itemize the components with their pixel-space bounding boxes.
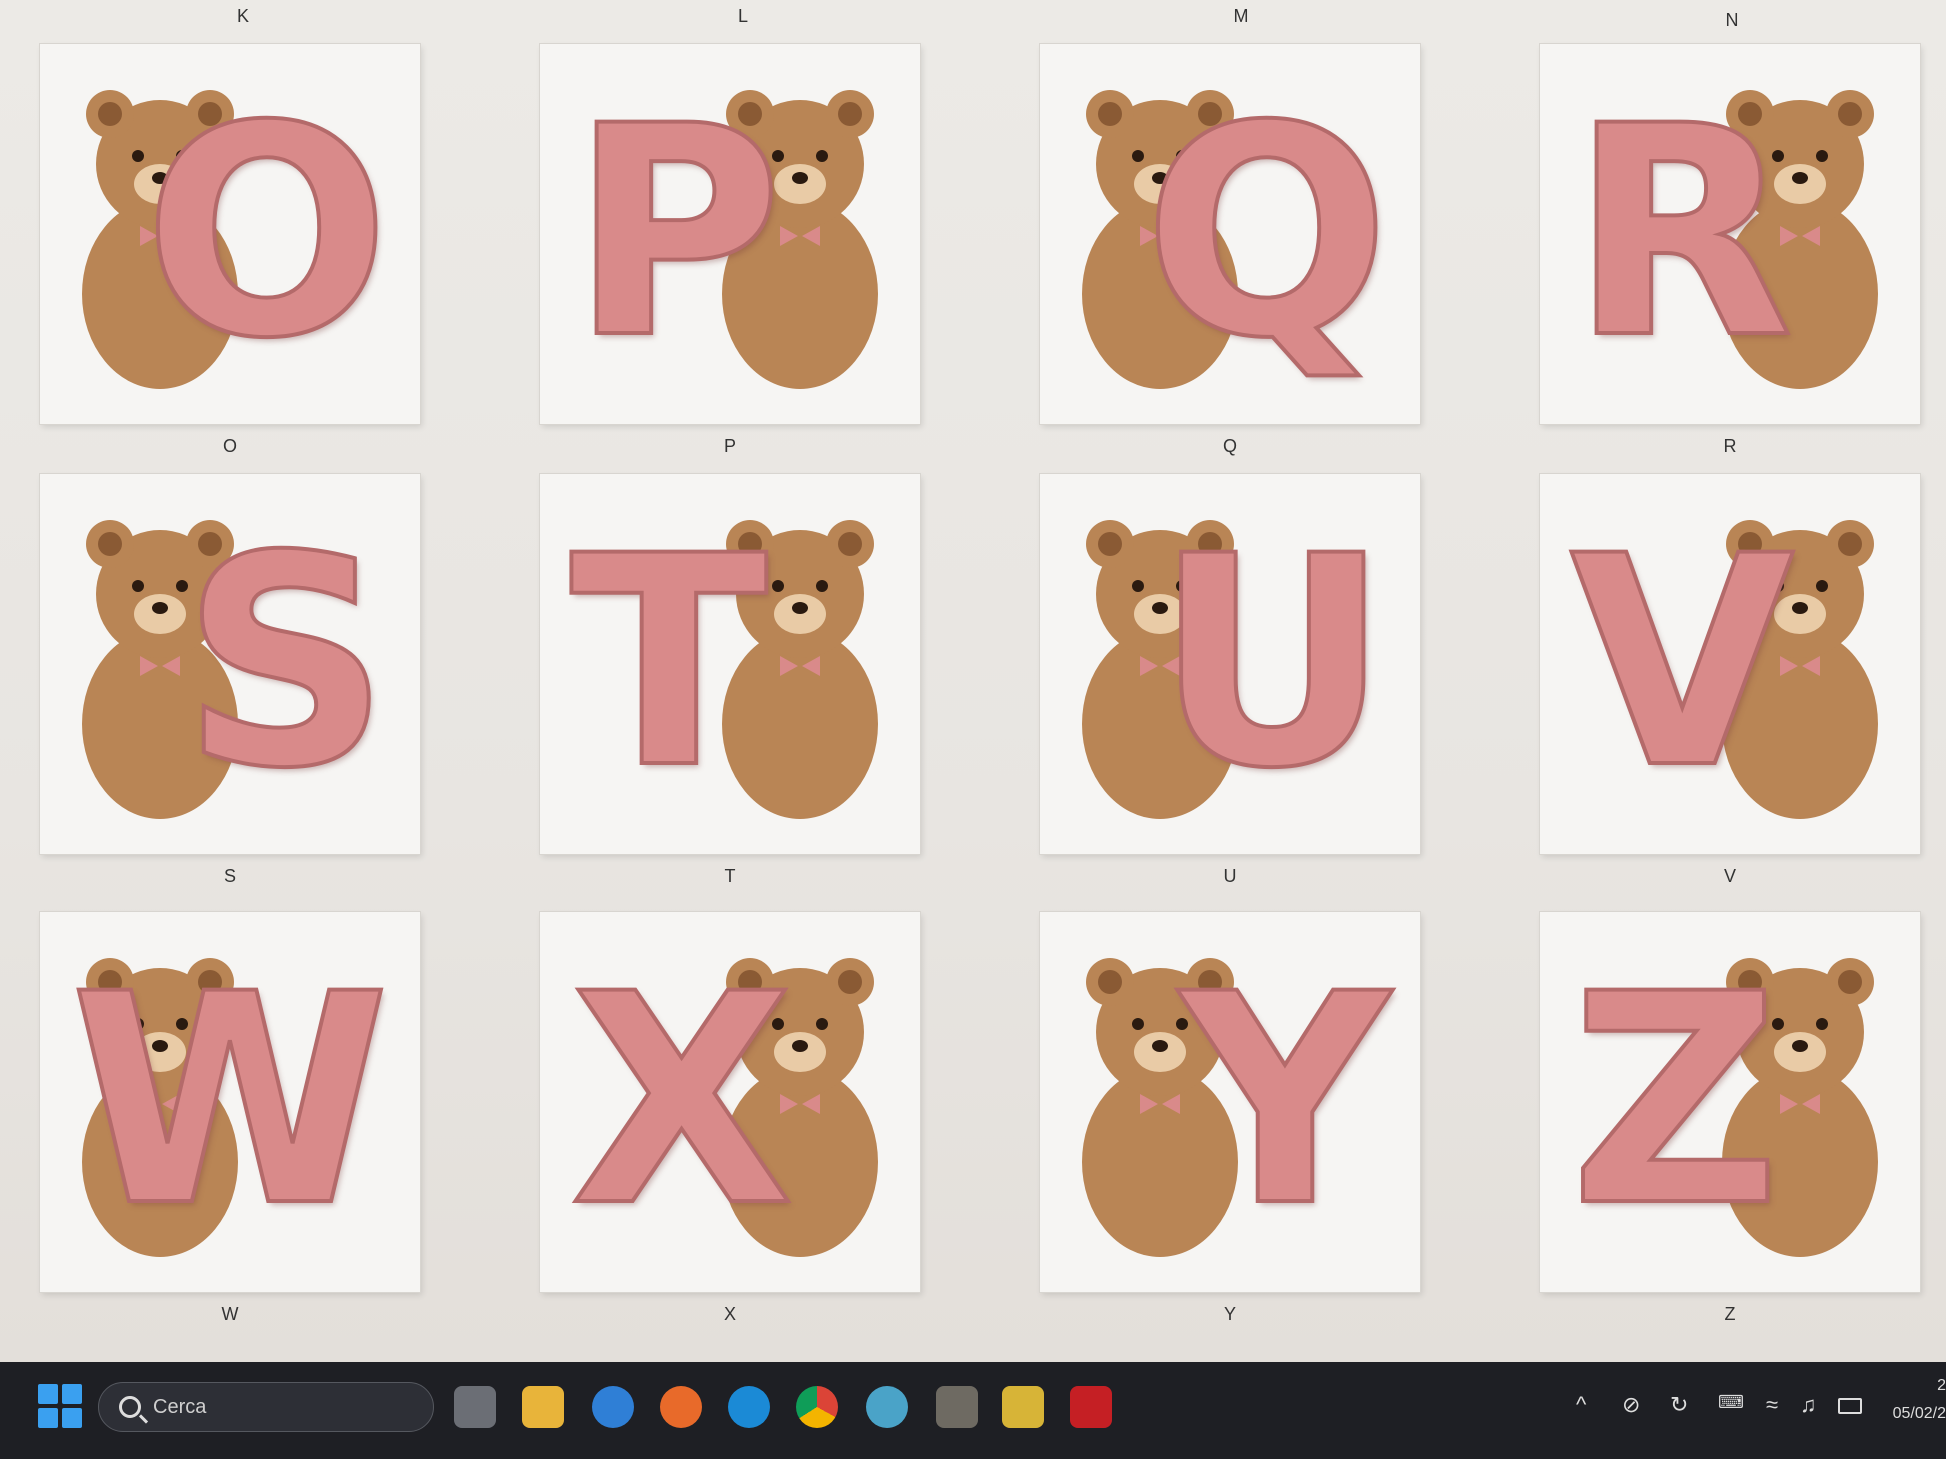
volume-icon[interactable]: ♫ xyxy=(1800,1392,1817,1418)
tile-caption: O xyxy=(222,436,238,456)
tile-caption: Y xyxy=(1223,1304,1237,1324)
tile-thumbnail[interactable]: O xyxy=(40,44,420,424)
image-tile[interactable]: SS xyxy=(40,474,420,886)
tile-caption: R xyxy=(1723,436,1737,456)
image-tile[interactable]: WW xyxy=(40,912,420,1324)
taskbar: Cerca ^ ⊘ ↻ ⌨ ≈ ♫ 2 05/02/2 xyxy=(0,1362,1946,1459)
image-tile[interactable]: TT xyxy=(540,474,920,886)
wifi-icon[interactable]: ≈ xyxy=(1766,1392,1778,1418)
gingham-letter: P xyxy=(568,65,785,402)
gingham-letter: X xyxy=(568,933,796,1270)
image-grid: OOPPQQRRSSTTUUVVWWXXYYZZ xyxy=(40,44,1930,1344)
gingham-letter: Z xyxy=(1568,933,1782,1270)
gingham-letter: S xyxy=(179,495,392,832)
tile-caption: Q xyxy=(1222,436,1238,456)
file-explorer-icon[interactable] xyxy=(522,1386,564,1428)
gimp-icon[interactable] xyxy=(936,1386,978,1428)
label-n: N xyxy=(1725,10,1739,30)
gingham-letter: R xyxy=(1568,65,1795,402)
gingham-letter: O xyxy=(141,65,392,402)
tile-caption: X xyxy=(723,1304,737,1324)
tile-thumbnail[interactable]: S xyxy=(40,474,420,854)
image-tile[interactable]: YY xyxy=(1040,912,1420,1324)
tile-caption: W xyxy=(221,1304,239,1324)
tile-thumbnail[interactable]: T xyxy=(540,474,920,854)
label-k: K xyxy=(236,6,250,26)
app-icon[interactable] xyxy=(1002,1386,1044,1428)
clock[interactable]: 2 05/02/2 xyxy=(1876,1372,1946,1428)
gingham-letter: W xyxy=(68,933,392,1270)
image-tile[interactable]: PP xyxy=(540,44,920,456)
tile-thumbnail[interactable]: Y xyxy=(1040,912,1420,1292)
search-icon xyxy=(119,1396,141,1418)
tile-thumbnail[interactable]: Z xyxy=(1540,912,1920,1292)
label-m: M xyxy=(1233,6,1249,26)
edge-icon[interactable] xyxy=(728,1386,770,1428)
gingham-letter: Q xyxy=(1141,65,1392,402)
tile-caption: V xyxy=(1723,866,1737,886)
battery-icon[interactable] xyxy=(1838,1398,1862,1414)
keyboard-icon[interactable]: ⌨ xyxy=(1718,1392,1744,1413)
firefox-icon[interactable] xyxy=(660,1386,702,1428)
paint-icon[interactable] xyxy=(866,1386,908,1428)
image-tile[interactable]: QQ xyxy=(1040,44,1420,456)
image-tile[interactable]: VV xyxy=(1540,474,1920,886)
gingham-letter: U xyxy=(1153,495,1392,832)
image-tile[interactable]: XX xyxy=(540,912,920,1324)
search-box[interactable]: Cerca xyxy=(98,1382,434,1432)
task-view-icon[interactable] xyxy=(454,1386,496,1428)
chrome-icon[interactable] xyxy=(796,1386,838,1428)
previous-row-labels: K L M N xyxy=(0,6,1946,36)
gingham-letter: T xyxy=(568,495,770,832)
chevron-up-icon[interactable]: ^ xyxy=(1576,1392,1586,1418)
image-tile[interactable]: RR xyxy=(1540,44,1920,456)
label-l: L xyxy=(737,6,749,26)
search-placeholder: Cerca xyxy=(153,1396,207,1418)
tile-caption: T xyxy=(724,866,736,886)
help-icon[interactable] xyxy=(592,1386,634,1428)
image-tile[interactable]: OO xyxy=(40,44,420,456)
desktop-screen: K L M N OOPPQQRRSSTTUUVVWWXXYYZZ xyxy=(0,0,1946,1362)
gingham-letter: Y xyxy=(1178,933,1392,1270)
image-tile[interactable]: ZZ xyxy=(1540,912,1920,1324)
tile-caption: P xyxy=(723,436,737,456)
tile-thumbnail[interactable]: R xyxy=(1540,44,1920,424)
tile-caption: S xyxy=(223,866,237,886)
tile-thumbnail[interactable]: X xyxy=(540,912,920,1292)
start-button[interactable] xyxy=(38,1384,84,1430)
acrobat-icon[interactable] xyxy=(1070,1386,1112,1428)
clock-date: 05/02/2 xyxy=(1892,1405,1946,1422)
tile-thumbnail[interactable]: V xyxy=(1540,474,1920,854)
sync-icon[interactable]: ↻ xyxy=(1670,1392,1688,1418)
tile-thumbnail[interactable]: U xyxy=(1040,474,1420,854)
clock-time: 2 xyxy=(1937,1377,1946,1394)
tile-thumbnail[interactable]: W xyxy=(40,912,420,1292)
tile-caption: U xyxy=(1223,866,1237,886)
gingham-letter: V xyxy=(1568,495,1796,832)
tile-caption: Z xyxy=(1724,1304,1736,1324)
notifications-off-icon[interactable]: ⊘ xyxy=(1622,1392,1640,1418)
tile-thumbnail[interactable]: Q xyxy=(1040,44,1420,424)
tile-thumbnail[interactable]: P xyxy=(540,44,920,424)
image-tile[interactable]: UU xyxy=(1040,474,1420,886)
